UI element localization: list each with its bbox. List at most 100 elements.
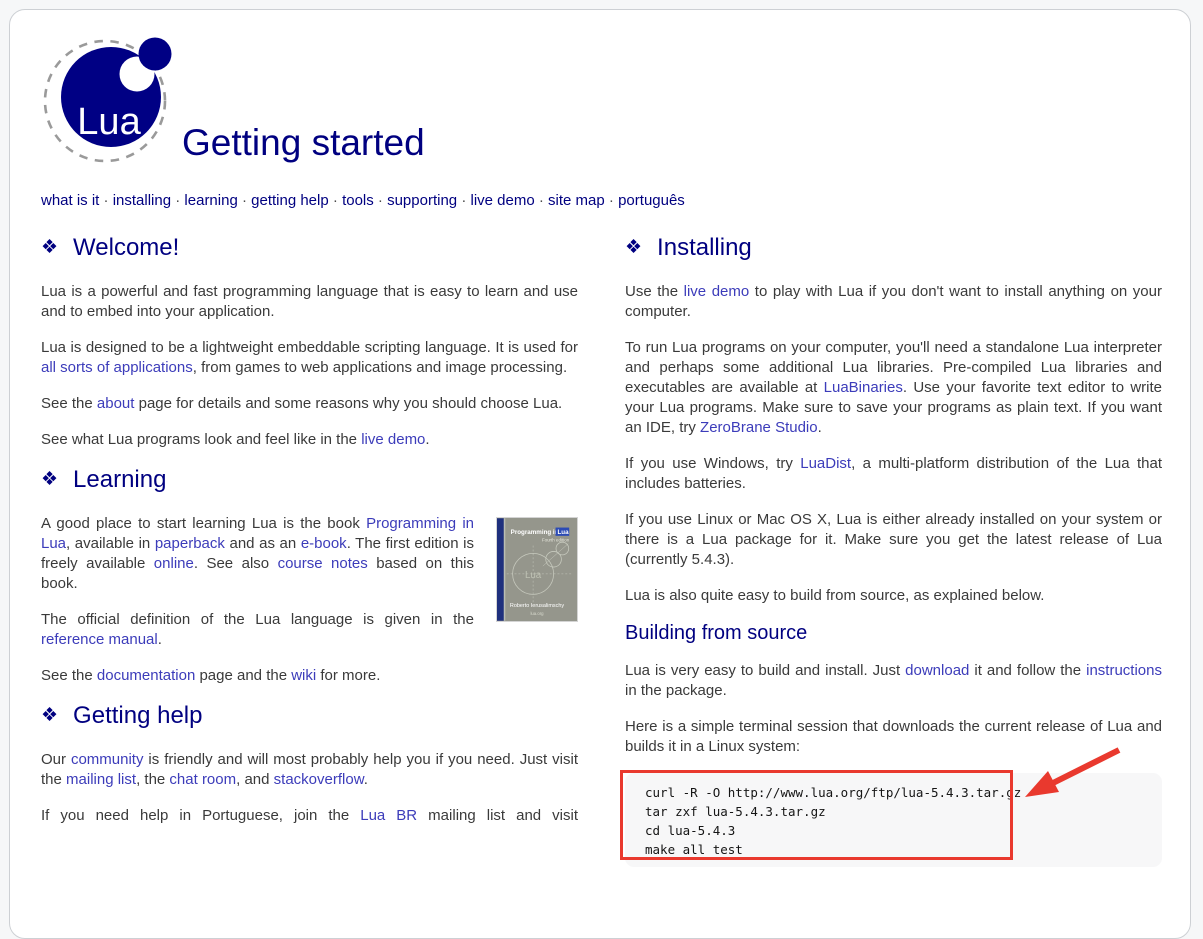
nav-link-getting-help[interactable]: getting help (251, 192, 329, 209)
book-spine (497, 518, 504, 620)
book-edition: Fourth edition (542, 538, 570, 543)
inline-link-live-demo[interactable]: live demo (684, 283, 750, 300)
inline-link-instructions[interactable]: instructions (1086, 662, 1162, 679)
text-run: A good place to start learning Lua is th… (41, 515, 366, 532)
text-run: in the package. (625, 682, 727, 699)
inline-link-live-demo[interactable]: live demo (361, 431, 425, 448)
logo-text: Lua (77, 101, 141, 143)
inline-link-online[interactable]: online (154, 555, 194, 572)
nav-separator: · (605, 192, 618, 209)
inline-link-e-book[interactable]: e-book (301, 535, 347, 552)
inline-link-documentation[interactable]: documentation (97, 667, 195, 684)
inline-link-wiki[interactable]: wiki (291, 667, 316, 684)
paragraph: Lua is a powerful and fast programming l… (41, 282, 578, 322)
inline-link-reference-manual[interactable]: reference manual (41, 631, 158, 648)
section-installing: ❖InstallingUse the live demo to play wit… (625, 234, 1162, 867)
diamond-icon: ❖ (41, 469, 58, 490)
inline-link-stackoverflow[interactable]: stackoverflow (274, 771, 364, 788)
subsection-heading: Building from source (625, 622, 1162, 645)
nav-link-live-demo[interactable]: live demo (471, 192, 535, 209)
nav-separator: · (171, 192, 184, 209)
inline-link-community[interactable]: community (71, 751, 144, 768)
paragraph: If you need help in Portuguese, join the… (41, 806, 578, 826)
text-run: See the (41, 667, 97, 684)
text-run: Lua is a powerful and fast programming l… (41, 283, 578, 320)
book-title-prefix: Programming in (511, 529, 559, 536)
paragraph: Lua is also quite easy to build from sou… (625, 586, 1162, 606)
diamond-icon: ❖ (625, 237, 642, 258)
section-heading: ❖Welcome! (41, 234, 578, 262)
text-run: . See also (194, 555, 278, 572)
inline-link-paperback[interactable]: paperback (155, 535, 225, 552)
nav-link-what-is-it[interactable]: what is it (41, 192, 99, 209)
nav-separator: · (457, 192, 470, 209)
paragraph: If you use Linux or Mac OS X, Lua is eit… (625, 510, 1162, 570)
main-nav: what is it · installing · learning · get… (41, 192, 685, 209)
code-background: curl -R -O http://www.lua.org/ftp/lua-5.… (625, 773, 1162, 867)
nav-link-installing[interactable]: installing (113, 192, 171, 209)
book-publisher: lua.org (530, 611, 544, 616)
text-run: . (818, 419, 822, 436)
section-welcome: ❖Welcome! Lua is a powerful and fast prog… (41, 234, 578, 450)
book-spine-edge (504, 518, 505, 620)
paragraph: See the documentation page and the wiki … (41, 666, 578, 686)
nav-separator: · (99, 192, 112, 209)
inline-link-luadist[interactable]: LuaDist (800, 455, 851, 472)
paragraph: See the about page for details and some … (41, 394, 578, 414)
diamond-icon: ❖ (41, 705, 58, 726)
text-run: and as an (225, 535, 301, 552)
section-heading-label: Getting help (73, 702, 202, 729)
left-column: ❖Welcome!Lua is a powerful and fast prog… (41, 228, 578, 867)
nav-link-portugu-s[interactable]: português (618, 192, 685, 209)
paragraph: See what Lua programs look and feel like… (41, 430, 578, 450)
text-run: , and (236, 771, 274, 788)
right-column: ❖InstallingUse the live demo to play wit… (625, 228, 1162, 867)
inline-link-all-sorts-of-applications[interactable]: all sorts of applications (41, 359, 193, 376)
section-learning: ❖Learning Lua Programming in Lua Fourth … (41, 466, 578, 686)
section-heading-label: Installing (657, 234, 752, 261)
nav-separator: · (238, 192, 251, 209)
inline-link-mailing-list[interactable]: mailing list (66, 771, 136, 788)
nav-link-supporting[interactable]: supporting (387, 192, 457, 209)
inline-link-lua-br[interactable]: Lua BR (360, 807, 417, 824)
text-run: , from games to web applications and ima… (193, 359, 567, 376)
text-run: See the (41, 395, 97, 412)
paragraph: Our community is friendly and will most … (41, 750, 578, 790)
lua-logo-icon: Lua (41, 36, 173, 168)
nav-separator: · (374, 192, 387, 209)
text-run: it and follow the (969, 662, 1086, 679)
nav-separator: · (329, 192, 342, 209)
inline-link-chat-room[interactable]: chat room (169, 771, 236, 788)
inline-link-zerobrane-studio[interactable]: ZeroBrane Studio (700, 419, 818, 436)
section-heading: ❖Learning (41, 466, 578, 494)
nav-link-site-map[interactable]: site map (548, 192, 605, 209)
section-heading-label: Welcome! (73, 234, 179, 261)
text-run: . (158, 631, 162, 648)
inline-link-download[interactable]: download (905, 662, 969, 679)
inline-link-about[interactable]: about (97, 395, 135, 412)
text-run: Lua is designed to be a lightweight embe… (41, 339, 578, 356)
text-run: Use the (625, 283, 684, 300)
text-run: . (364, 771, 368, 788)
text-run: for more. (316, 667, 380, 684)
text-run: mailing list and visit (417, 807, 578, 824)
text-run: Lua is also quite easy to build from sou… (625, 587, 1044, 604)
text-run: page and the (195, 667, 291, 684)
text-run: . (425, 431, 429, 448)
nav-separator: · (535, 192, 548, 209)
section-getting-help: ❖ Getting help Our community is friendly a… (41, 702, 578, 826)
text-run: If you use Linux or Mac OS X, Lua is eit… (625, 511, 1162, 568)
paragraph: Lua is very easy to build and install. J… (625, 661, 1162, 701)
paragraph: To run Lua programs on your computer, yo… (625, 338, 1162, 438)
paragraph: Here is a simple terminal session that d… (625, 717, 1162, 757)
page-title: Getting started (182, 122, 425, 164)
paragraph: If you use Windows, try LuaDist, a multi… (625, 454, 1162, 494)
text-run: Lua is very easy to build and install. J… (625, 662, 905, 679)
section-heading: ❖ Installing (625, 234, 1162, 262)
inline-link-course-notes[interactable]: course notes (278, 555, 368, 572)
nav-link-tools[interactable]: tools (342, 192, 374, 209)
nav-link-learning[interactable]: learning (184, 192, 237, 209)
text-run: , the (136, 771, 169, 788)
inline-link-luabinaries[interactable]: LuaBinaries (824, 379, 903, 396)
book-title-word: Lua (557, 529, 569, 536)
